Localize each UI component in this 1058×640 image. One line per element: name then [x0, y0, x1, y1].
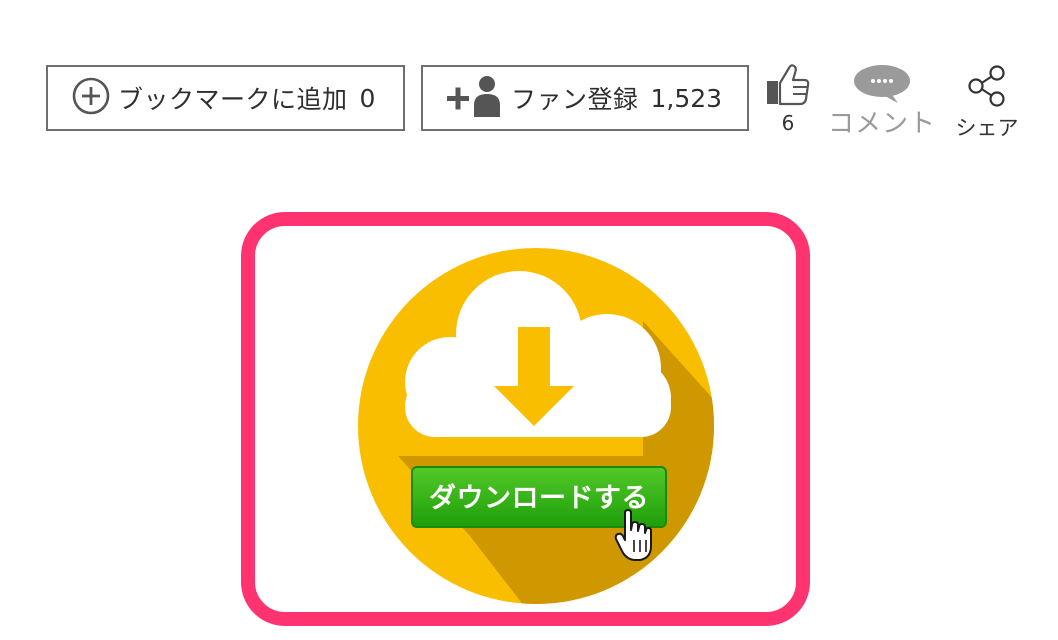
- thumbs-up-icon: [765, 64, 811, 110]
- like-count: 6: [781, 111, 795, 135]
- share-button[interactable]: シェア: [951, 64, 1023, 140]
- bookmark-button[interactable]: ブックマークに追加 0: [46, 65, 405, 131]
- bookmark-count: 0: [359, 83, 376, 113]
- fan-count: 1,523: [650, 83, 723, 113]
- download-button-label: ダウンロードする: [429, 482, 649, 514]
- add-user-icon: [445, 75, 503, 121]
- download-card[interactable]: ダウンロードする: [241, 212, 810, 626]
- like-button[interactable]: 6: [764, 64, 812, 134]
- share-label: シェア: [955, 116, 1019, 140]
- share-icon: [965, 64, 1009, 112]
- comment-button[interactable]: コメント: [828, 64, 937, 139]
- bookmark-label: ブックマークに追加: [118, 85, 348, 114]
- fan-register-label: ファン登録: [511, 85, 639, 114]
- plus-circle-icon: [72, 77, 110, 119]
- comment-label: コメント: [828, 109, 937, 139]
- download-illustration: ダウンロードする: [358, 248, 714, 604]
- fan-register-button[interactable]: ファン登録 1,523: [421, 65, 749, 131]
- speech-bubble-icon: [852, 64, 912, 108]
